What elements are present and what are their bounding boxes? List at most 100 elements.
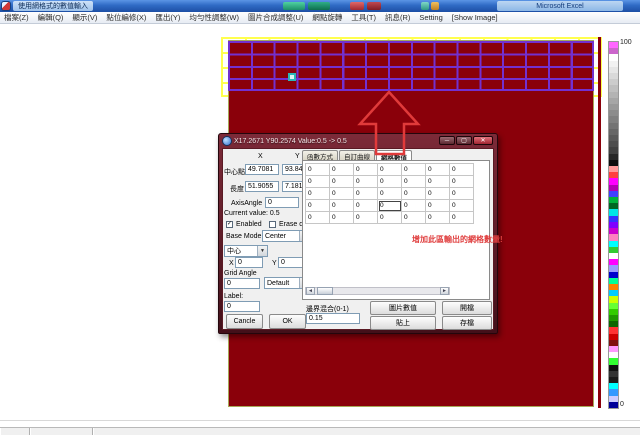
grid-cell[interactable]: 0 (402, 176, 426, 188)
scrollbar-thumb[interactable] (317, 287, 333, 295)
background-window-fragment (350, 2, 364, 10)
chevron-down-icon: ▼ (257, 246, 267, 256)
window-titlebar: 使用網格式的數值輸入 Microsoft Excel (0, 0, 640, 12)
menu-item[interactable]: 工具(T) (351, 12, 376, 23)
paste-button[interactable]: 貼上 (370, 316, 436, 330)
grid-cell[interactable]: 0 (378, 176, 402, 188)
scroll-left-icon[interactable]: ◄ (306, 287, 315, 295)
grid-cell[interactable]: 0 (354, 176, 378, 188)
grid-cell[interactable]: 0 (378, 164, 402, 176)
app-icon (2, 2, 10, 10)
menu-item[interactable]: 匯出(Y) (155, 12, 180, 23)
purple-grid-overlay[interactable] (228, 41, 594, 91)
grid-cell[interactable]: 0 (306, 200, 330, 212)
grid-cell[interactable]: 0 (402, 200, 426, 212)
axis-angle-input[interactable]: 0 (265, 197, 299, 208)
menu-item[interactable]: 編輯(Q) (38, 12, 64, 23)
selected-cell-marker[interactable] (288, 73, 296, 81)
grid-cell[interactable]: 0 (306, 164, 330, 176)
taskbar-icon (431, 2, 439, 10)
horizontal-scrollbar[interactable]: ◄ ► (305, 287, 450, 295)
menu-item[interactable]: 圖片合成調整(U) (248, 12, 303, 23)
grid-cell[interactable]: 0 (330, 164, 354, 176)
grid-cell[interactable]: 0 (426, 176, 450, 188)
background-window-title-chip: Microsoft Excel (497, 1, 623, 11)
grid-cell[interactable]: 0 (330, 200, 354, 212)
base-mode-label: Base Mode (226, 233, 261, 240)
menu-item[interactable]: 顯示(V) (72, 12, 97, 23)
color-scale (609, 42, 618, 408)
minimize-button[interactable]: ─ (439, 136, 455, 145)
grid-cell[interactable]: 0 (330, 176, 354, 188)
menu-item[interactable]: 點位編修(X) (106, 12, 146, 23)
divider (0, 420, 640, 421)
open-file-button[interactable]: 開檔 (442, 301, 492, 315)
grid-cell[interactable]: 0 (354, 212, 378, 224)
menu-item[interactable]: [Show Image] (452, 13, 498, 22)
x-label: X (229, 260, 234, 267)
grid-cell[interactable]: 0 (354, 164, 378, 176)
menu-item[interactable]: 網點旋轉 (312, 12, 342, 23)
grid-cell[interactable]: 0 (402, 164, 426, 176)
grid-cell[interactable]: 0 (330, 188, 354, 200)
grid-cell[interactable]: 0 (402, 188, 426, 200)
window-title: 使用網格式的數值輸入 (18, 1, 88, 11)
label-input[interactable]: 0 (224, 301, 260, 312)
grid-cell[interactable]: 0 (378, 188, 402, 200)
y-label: Y (272, 260, 277, 267)
length-x-input[interactable]: 51.9055 (245, 181, 279, 192)
grid-cell[interactable]: 0 (450, 176, 474, 188)
grid-angle-label: Grid Angle (224, 270, 257, 277)
grid-cell[interactable]: 0 (306, 188, 330, 200)
menu-item[interactable]: Setting (419, 13, 442, 22)
background-window-fragment (283, 2, 305, 10)
grid-cell[interactable]: 0 (450, 188, 474, 200)
color-scale-max-label: 100 (620, 39, 632, 46)
window-title-chip: 使用網格式的數值輸入 (13, 1, 93, 11)
center-x-input[interactable]: 49.7081 (245, 164, 279, 175)
color-scale-band (609, 402, 618, 408)
grid-cell[interactable]: 0 (402, 212, 426, 224)
annotation-text: 增加此區輸出的網格數量! (412, 234, 503, 245)
grid-cell[interactable]: 0 (378, 200, 402, 212)
image-values-button[interactable]: 圖片數值 (370, 301, 436, 315)
grid-cell[interactable]: 0 (354, 200, 378, 212)
label-label: Label: (224, 293, 243, 300)
grid-value-dialog: X17.2671 Y90.2574 Value:0.5 -> 0.5 ─ ▢ ✕… (218, 133, 498, 334)
grid-cell[interactable]: 0 (450, 200, 474, 212)
enabled-checkbox[interactable]: ✓ (226, 221, 233, 228)
x-input[interactable]: 0 (235, 257, 263, 268)
close-button[interactable]: ✕ (473, 136, 493, 145)
menu-item[interactable]: 檔案(Z) (4, 12, 29, 23)
cancel-button[interactable]: Cancle (226, 314, 263, 329)
menu-item[interactable]: 均勻性調整(W) (189, 12, 239, 23)
menu-item[interactable]: 訊息(R) (385, 12, 410, 23)
grid-cell[interactable]: 0 (378, 212, 402, 224)
grid-values-table[interactable]: 00000000000000000000000000000000000 (305, 163, 474, 224)
background-window-fragment (308, 2, 330, 10)
grid-cell[interactable]: 0 (426, 200, 450, 212)
taskbar-icon (421, 2, 429, 10)
save-file-button[interactable]: 存檔 (442, 316, 492, 330)
ok-button[interactable]: OK (269, 314, 306, 329)
grid-cell[interactable]: 0 (450, 212, 474, 224)
grid-cell[interactable]: 0 (306, 212, 330, 224)
length-label: 長度 (230, 184, 244, 194)
grid-cell[interactable]: 0 (426, 188, 450, 200)
grid-cell[interactable]: 0 (426, 212, 450, 224)
grid-cell[interactable]: 0 (450, 164, 474, 176)
blend-input[interactable]: 0.15 (306, 313, 360, 324)
grid-angle-input[interactable]: 0 (224, 278, 260, 289)
canvas-edge-line (598, 37, 601, 408)
grid-cell[interactable]: 0 (306, 176, 330, 188)
scroll-right-icon[interactable]: ► (440, 287, 449, 295)
maximize-button[interactable]: ▢ (456, 136, 472, 145)
anchor-select[interactable]: 中心 ▼ (224, 245, 268, 257)
background-window-title: Microsoft Excel (536, 3, 583, 10)
grid-cell[interactable]: 0 (354, 188, 378, 200)
dialog-body: X Y 中心點 49.7081 93.8482 長度 51.9055 7.181… (222, 148, 494, 330)
column-header-y: Y (295, 153, 300, 160)
grid-cell[interactable]: 0 (330, 212, 354, 224)
erase-dots-checkbox[interactable] (269, 221, 276, 228)
grid-cell[interactable]: 0 (426, 164, 450, 176)
